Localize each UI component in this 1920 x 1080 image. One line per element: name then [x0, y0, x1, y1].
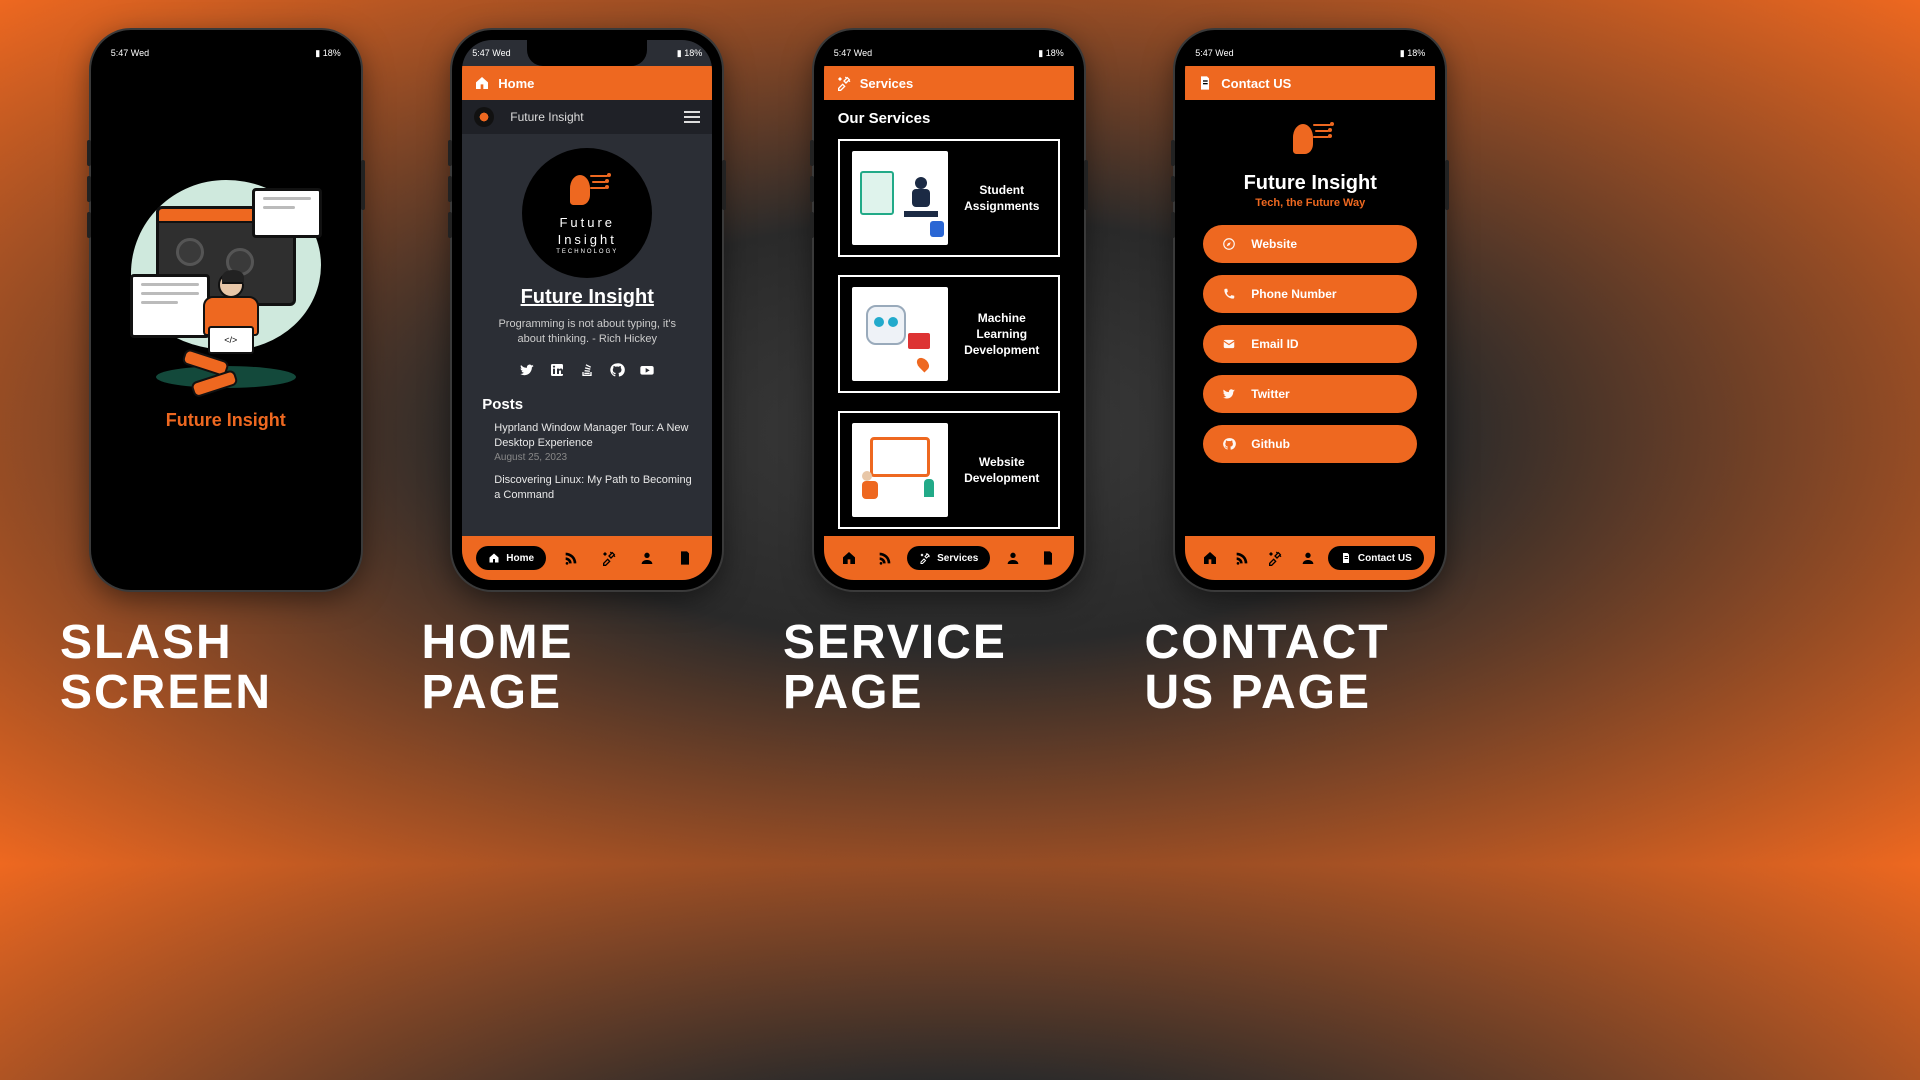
youtube-icon[interactable] — [639, 362, 655, 378]
nav-services[interactable]: Services — [907, 546, 990, 570]
services-heading: Our Services — [838, 110, 1074, 127]
nav-contact[interactable]: Contact US — [1328, 546, 1424, 570]
app-bar-services: Services — [824, 66, 1074, 100]
nav-profile-icon[interactable] — [1000, 550, 1026, 566]
hamburger-icon[interactable] — [684, 111, 700, 123]
tools-icon — [836, 75, 852, 91]
notch — [166, 40, 286, 66]
student-illustration-icon — [852, 151, 948, 245]
nav-home-icon[interactable] — [836, 550, 862, 566]
notch — [527, 40, 647, 66]
app-bar-contact: Contact US — [1185, 66, 1435, 100]
service-card[interactable]: Website Development — [838, 411, 1060, 529]
stackoverflow-icon[interactable] — [579, 362, 595, 378]
post-item[interactable]: Discovering Linux: My Path to Becoming a… — [462, 473, 712, 513]
nav-services-icon[interactable] — [1262, 550, 1288, 566]
nav-feed-icon[interactable] — [872, 550, 898, 566]
brand-logo: Future Insight TECHNOLOGY — [522, 148, 652, 278]
robot-illustration-icon — [852, 287, 948, 381]
appbar-title: Contact US — [1221, 76, 1291, 91]
contact-twitter-button[interactable]: Twitter — [1203, 375, 1417, 413]
mail-icon — [1221, 337, 1237, 351]
doc-icon — [1197, 75, 1213, 91]
contact-github-button[interactable]: Github — [1203, 425, 1417, 463]
service-card[interactable]: Student Assignments — [838, 139, 1060, 257]
quote-text: Programming is not about typing, it's ab… — [462, 309, 712, 356]
contact-email-button[interactable]: Email ID — [1203, 325, 1417, 363]
twitter-icon[interactable] — [519, 362, 535, 378]
phone-home: 5:47 Wed ▮ 18% Home Future Insight — [452, 30, 722, 590]
nav-contact-icon[interactable] — [1035, 550, 1061, 566]
app-bar-home: Home — [462, 66, 712, 100]
appbar-title: Services — [860, 76, 914, 91]
contact-logo — [1185, 118, 1435, 164]
nav-feed-icon[interactable] — [1229, 550, 1255, 566]
nav-profile-icon[interactable] — [1295, 550, 1321, 566]
bottom-nav: Contact US — [1185, 536, 1435, 580]
splash-title: Future Insight — [166, 410, 286, 431]
bottom-nav: Home — [462, 536, 712, 580]
phone-icon — [1221, 287, 1237, 301]
twitter-icon — [1221, 387, 1237, 401]
head-circuit-icon — [570, 169, 604, 211]
linkedin-icon[interactable] — [549, 362, 565, 378]
nav-home[interactable]: Home — [476, 546, 546, 570]
contact-phone-button[interactable]: Phone Number — [1203, 275, 1417, 313]
posts-heading: Posts — [482, 396, 712, 413]
notch — [1250, 40, 1370, 66]
bottom-nav: Services — [824, 536, 1074, 580]
appbar-title: Home — [498, 76, 534, 91]
contact-brand: Future Insight — [1185, 172, 1435, 195]
phone-services: 5:47 Wed ▮ 18% Services Our Services Stu… — [814, 30, 1084, 590]
splash-screen: </> Future Insight — [101, 40, 351, 580]
nav-services-icon[interactable] — [596, 550, 622, 566]
social-row — [462, 362, 712, 378]
contact-website-button[interactable]: Website — [1203, 225, 1417, 263]
post-item[interactable]: Hyprland Window Manager Tour: A New Desk… — [462, 421, 712, 474]
caption-contact: CONTACTUS PAGE — [1145, 618, 1477, 719]
home-icon — [474, 75, 490, 91]
github-icon[interactable] — [609, 362, 625, 378]
phone-splash: 5:47 Wed ▮ 18% </> — [91, 30, 361, 590]
web-illustration-icon — [852, 423, 948, 517]
avatar-icon — [474, 107, 494, 127]
nav-profile-icon[interactable] — [634, 550, 660, 566]
subheader-title: Future Insight — [510, 110, 583, 124]
nav-home-icon[interactable] — [1197, 550, 1223, 566]
phone-contact: 5:47 Wed ▮ 18% Contact US Future Insight — [1175, 30, 1445, 590]
caption-splash: SLASHSCREEN — [60, 618, 392, 719]
compass-icon — [1221, 237, 1237, 251]
caption-services: SERVICEPAGE — [783, 618, 1115, 719]
home-title: Future Insight — [462, 286, 712, 309]
nav-contact-icon[interactable] — [672, 550, 698, 566]
github-icon — [1221, 437, 1237, 451]
service-card[interactable]: Machine Learning Development — [838, 275, 1060, 393]
notch — [889, 40, 1009, 66]
caption-home: HOMEPAGE — [422, 618, 754, 719]
nav-feed-icon[interactable] — [558, 550, 584, 566]
contact-tagline: Tech, the Future Way — [1185, 197, 1435, 209]
sub-header: Future Insight — [462, 100, 712, 134]
head-circuit-icon — [1293, 118, 1327, 160]
splash-illustration: </> — [126, 170, 326, 380]
